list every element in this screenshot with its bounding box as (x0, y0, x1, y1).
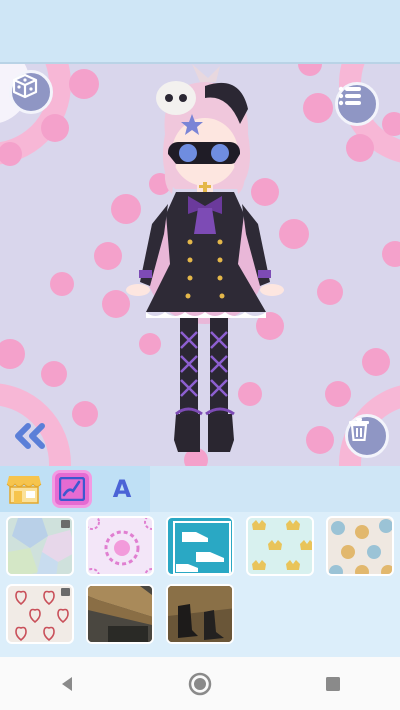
tile-gold-crowns[interactable] (246, 516, 314, 576)
photo-wooden-floor (88, 586, 152, 642)
lock-icon (61, 588, 70, 596)
teal-sneakers-pattern (173, 521, 231, 574)
back-triangle-icon (61, 676, 72, 691)
gold-crowns-pattern (252, 520, 312, 570)
stage-background (0, 64, 400, 466)
lock-icon (61, 520, 70, 528)
system-navigation-bar (0, 657, 400, 710)
tile-purple-mandala[interactable] (86, 516, 154, 576)
tab-strip: A (0, 466, 150, 512)
text-icon: A (112, 475, 132, 503)
tile-pastel-hexagon[interactable] (6, 516, 74, 576)
tile-teal-sneakers[interactable] (166, 516, 234, 576)
tile-polka-dots[interactable] (326, 516, 394, 576)
top-bar (0, 0, 400, 62)
menu-button[interactable] (335, 82, 379, 126)
home-button[interactable] (180, 664, 220, 704)
tab-background[interactable] (52, 470, 92, 508)
double-chevron-left-icon (15, 423, 45, 449)
home-circle-icon (188, 672, 212, 695)
tab-shop[interactable] (4, 470, 44, 508)
polka-dots-pattern (329, 519, 392, 574)
tile-photo-boots-floor[interactable] (166, 584, 234, 644)
purple-mandala-pattern (88, 518, 152, 574)
dice-icon (12, 73, 38, 99)
random-dice-button[interactable] (9, 70, 53, 114)
tile-red-hearts[interactable] (6, 584, 74, 644)
delete-button[interactable] (345, 414, 389, 458)
back-button[interactable] (47, 664, 87, 704)
recents-square-icon (326, 676, 341, 691)
photo-boots-on-floor (168, 586, 232, 642)
dressup-stage (0, 64, 400, 466)
category-tab-bar: A (0, 466, 400, 512)
collapse-panel-button[interactable] (12, 422, 48, 450)
background-tile-grid (0, 512, 400, 657)
menu-list-icon (338, 86, 361, 106)
tab-text[interactable]: A (102, 470, 142, 508)
background-brush-icon (59, 477, 85, 501)
tile-photo-wooden-floor[interactable] (86, 584, 154, 644)
recents-button[interactable] (313, 664, 353, 704)
trash-icon (349, 418, 369, 441)
shop-icon (6, 476, 42, 504)
